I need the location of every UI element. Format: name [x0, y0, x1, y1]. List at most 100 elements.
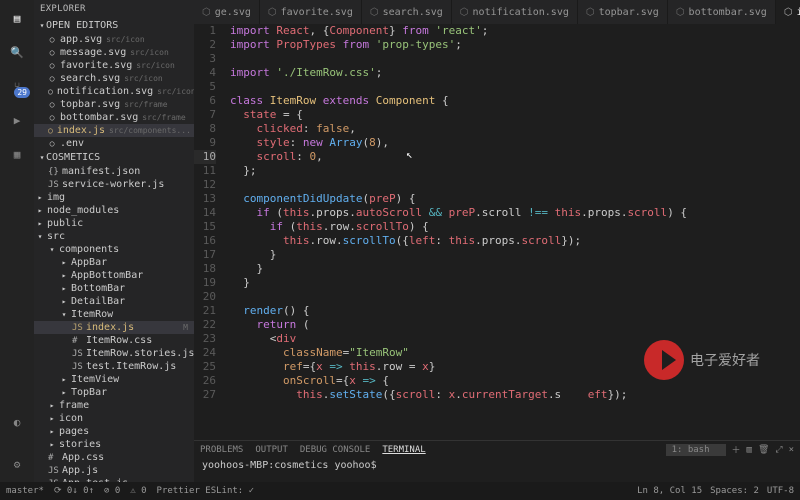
sb-sync[interactable]: ⟳ 0↓ 0↑ — [54, 486, 94, 496]
scm-icon[interactable]: ⑂29 — [7, 76, 27, 96]
open-editor-item[interactable]: ○bottombar.svg src/frame — [34, 111, 194, 124]
tab-favorite-svg[interactable]: ⬡favorite.svg — [260, 0, 362, 24]
sb-spaces[interactable]: Spaces: 2 — [710, 486, 759, 496]
close-icon[interactable]: ○ — [48, 139, 56, 148]
close-panel-icon[interactable]: × — [789, 445, 794, 455]
code-line[interactable] — [230, 52, 800, 66]
sb-branch[interactable]: master* — [6, 486, 44, 496]
tab-ge-svg[interactable]: ⬡ge.svg — [194, 0, 260, 24]
code-line[interactable]: render() { — [230, 304, 800, 318]
code-line[interactable]: onScroll={x => { — [230, 374, 800, 388]
folder-stories[interactable]: ▸stories — [34, 438, 194, 451]
open-editor-item[interactable]: ○index.js src/components... M — [34, 124, 194, 137]
file-item[interactable]: {}manifest.json — [34, 165, 194, 178]
file-item[interactable]: JSApp.js — [34, 464, 194, 477]
folder-icon[interactable]: ▸icon — [34, 412, 194, 425]
code-line[interactable]: ref={x => this.row = x} — [230, 360, 800, 374]
code-line[interactable]: } — [230, 262, 800, 276]
folder-appbottombar[interactable]: ▸AppBottomBar — [34, 269, 194, 282]
code-line[interactable]: import './ItemRow.css'; — [230, 66, 800, 80]
sb-prettier[interactable]: Prettier ESLint: ✓ — [157, 486, 255, 496]
code-line[interactable]: if (this.props.autoScroll && preP.scroll… — [230, 206, 800, 220]
folder-public[interactable]: ▸public — [34, 217, 194, 230]
folder-itemrow[interactable]: ▾ItemRow — [34, 308, 194, 321]
tab-bottombar-svg[interactable]: ⬡bottombar.svg — [668, 0, 776, 24]
file-item[interactable]: JStest.ItemRow.js — [34, 360, 194, 373]
search-activity-icon[interactable]: 🔍 — [7, 42, 27, 62]
code-line[interactable]: } — [230, 248, 800, 262]
account-icon[interactable]: ◐ — [7, 412, 27, 432]
tab-topbar-svg[interactable]: ⬡topbar.svg — [578, 0, 668, 24]
code-line[interactable]: }; — [230, 164, 800, 178]
close-icon[interactable]: ○ — [48, 126, 53, 135]
folder-itemview[interactable]: ▸ItemView — [34, 373, 194, 386]
extensions-icon[interactable]: ▦ — [7, 144, 27, 164]
code-line[interactable] — [230, 290, 800, 304]
trash-icon[interactable]: 🗑 — [758, 445, 769, 455]
code-editor[interactable]: 1234567891011121314151617181920212223242… — [194, 24, 800, 440]
terminal-tab-debug-console[interactable]: DEBUG CONSOLE — [300, 445, 370, 455]
folder-frame[interactable]: ▸frame — [34, 399, 194, 412]
close-icon[interactable]: ○ — [48, 113, 56, 122]
folder-detailbar[interactable]: ▸DetailBar — [34, 295, 194, 308]
file-item[interactable]: #ItemRow.css — [34, 334, 194, 347]
open-editor-item[interactable]: ○topbar.svg src/frame — [34, 98, 194, 111]
folder-pages[interactable]: ▸pages — [34, 425, 194, 438]
open-editor-item[interactable]: ○notification.svg src/icon — [34, 85, 194, 98]
folder-bottombar[interactable]: ▸BottomBar — [34, 282, 194, 295]
settings-icon[interactable]: ⚙ — [7, 454, 27, 474]
close-icon[interactable]: ○ — [48, 100, 56, 109]
open-editor-item[interactable]: ○.env — [34, 137, 194, 150]
code-line[interactable]: state = { — [230, 108, 800, 122]
file-item[interactable]: #App.css — [34, 451, 194, 464]
open-editor-item[interactable]: ○app.svg src/icon — [34, 33, 194, 46]
code-line[interactable]: import PropTypes from 'prop-types'; — [230, 38, 800, 52]
sb-line-col[interactable]: Ln 8, Col 15 — [637, 486, 702, 496]
close-icon[interactable]: ○ — [48, 87, 53, 96]
tab-index-js[interactable]: ⬡index.js.../ItemRow× — [776, 0, 800, 24]
code-line[interactable]: if (this.row.scrollTo) { — [230, 220, 800, 234]
file-item[interactable]: JSservice-worker.js — [34, 178, 194, 191]
code-line[interactable]: import React, {Component} from 'react'; — [230, 24, 800, 38]
terminal-tab-output[interactable]: OUTPUT — [255, 445, 288, 455]
terminal-tab-problems[interactable]: PROBLEMS — [200, 445, 243, 455]
maximize-icon[interactable]: ⤢ — [775, 445, 782, 455]
code-line[interactable] — [230, 178, 800, 192]
close-icon[interactable]: ○ — [48, 74, 56, 83]
folder-node_modules[interactable]: ▸node_modules — [34, 204, 194, 217]
code-line[interactable]: scroll: 0, — [230, 150, 800, 164]
shell-select[interactable]: 1: bash — [666, 444, 726, 456]
code-line[interactable]: this.row.scrollTo({left: this.props.scro… — [230, 234, 800, 248]
close-icon[interactable]: ○ — [48, 48, 56, 57]
open-editor-item[interactable]: ○search.svg src/icon — [34, 72, 194, 85]
code-lines[interactable]: ↖ import React, {Component} from 'react'… — [224, 24, 800, 440]
open-editors-header[interactable]: ▾OPEN EDITORS — [34, 18, 194, 33]
code-line[interactable]: <div — [230, 332, 800, 346]
sb-errors[interactable]: ⊘ 0 — [104, 486, 120, 496]
code-line[interactable]: return ( — [230, 318, 800, 332]
split-terminal-icon[interactable]: ▥ — [747, 445, 752, 455]
code-line[interactable]: this.setState({scroll: x.currentTarget.s… — [230, 388, 800, 402]
folder-topbar[interactable]: ▸TopBar — [34, 386, 194, 399]
file-item[interactable]: JSindex.jsM — [34, 321, 194, 334]
code-line[interactable]: class ItemRow extends Component { — [230, 94, 800, 108]
terminal-body[interactable]: yoohoos-MBP:cosmetics yoohoo$ — [194, 458, 800, 473]
code-line[interactable]: className="ItemRow" — [230, 346, 800, 360]
folder-appbar[interactable]: ▸AppBar — [34, 256, 194, 269]
new-terminal-icon[interactable]: ＋ — [732, 443, 741, 456]
code-line[interactable] — [230, 80, 800, 94]
code-line[interactable]: style: new Array(8), — [230, 136, 800, 150]
open-editor-item[interactable]: ○favorite.svg src/icon — [34, 59, 194, 72]
sb-encoding[interactable]: UTF-8 — [767, 486, 794, 496]
terminal-tab-terminal[interactable]: TERMINAL — [382, 445, 425, 455]
folder-components[interactable]: ▾components — [34, 243, 194, 256]
code-line[interactable]: } — [230, 276, 800, 290]
explorer-icon[interactable]: ▤ — [7, 8, 27, 28]
tab-notification-svg[interactable]: ⬡notification.svg — [452, 0, 578, 24]
close-icon[interactable]: ○ — [48, 61, 56, 70]
code-line[interactable]: clicked: false, — [230, 122, 800, 136]
folder-src[interactable]: ▾src — [34, 230, 194, 243]
code-line[interactable]: componentDidUpdate(preP) { — [230, 192, 800, 206]
sb-warnings[interactable]: ⚠ 0 — [130, 486, 146, 496]
close-icon[interactable]: ○ — [48, 35, 56, 44]
